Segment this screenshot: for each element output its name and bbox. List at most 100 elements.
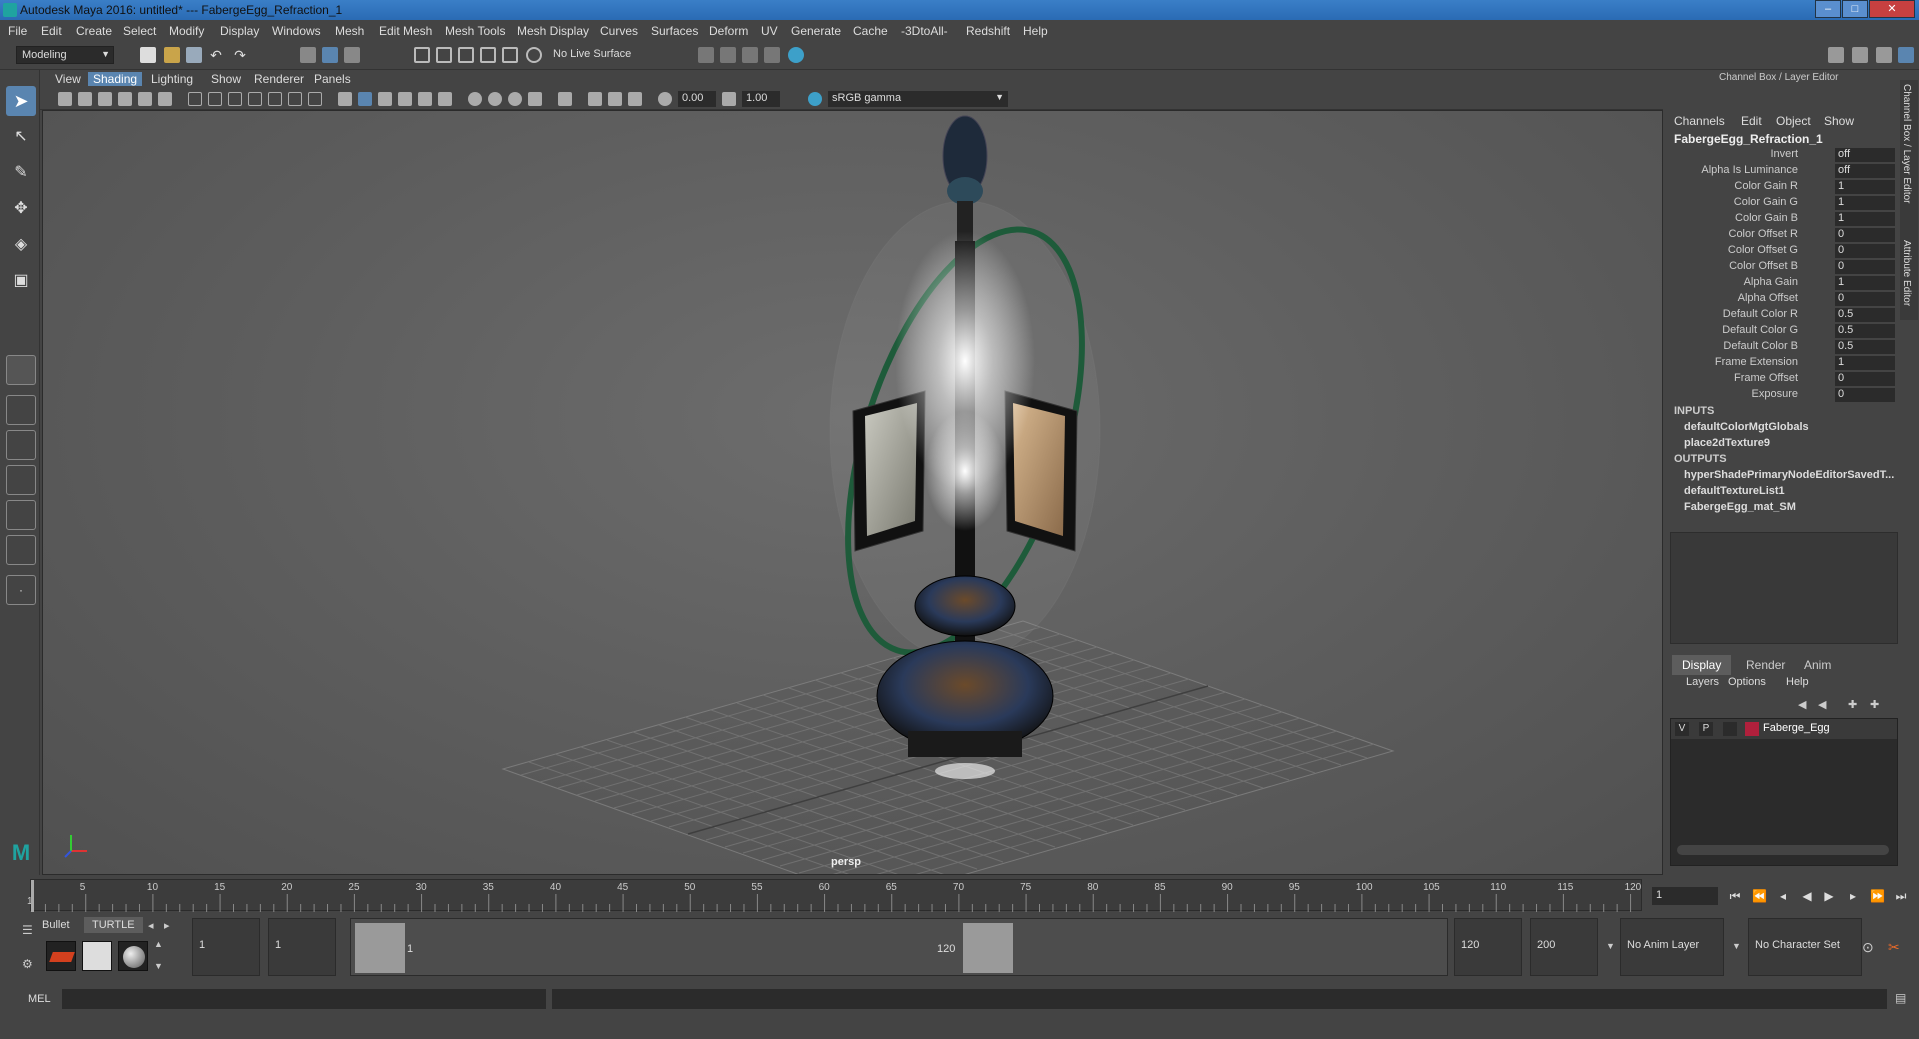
script-language-label[interactable]: MEL	[28, 993, 51, 1005]
snap-view-icon[interactable]	[480, 47, 496, 63]
hypershade-icon[interactable]	[788, 47, 804, 63]
open-scene-icon[interactable]	[164, 47, 180, 63]
layer-playback-toggle[interactable]: P	[1699, 722, 1713, 736]
screen-space-ao-icon[interactable]	[468, 92, 482, 106]
menu-generate[interactable]: Generate	[791, 24, 841, 38]
auto-key-icon[interactable]: ⊙	[1862, 939, 1874, 956]
render-view-icon[interactable]	[764, 47, 780, 63]
channel-box-toggle-icon[interactable]	[1898, 47, 1914, 63]
film-gate-icon[interactable]	[208, 92, 222, 106]
menu-create[interactable]: Create	[76, 24, 112, 38]
attr-row[interactable]: Default Color G 0.5	[1664, 324, 1895, 339]
menu-surfaces[interactable]: Surfaces	[651, 24, 698, 38]
cb-menu-show[interactable]: Show	[1824, 114, 1854, 128]
graph-layout-icon[interactable]	[6, 500, 36, 530]
attr-row[interactable]: Color Gain R 1	[1664, 180, 1895, 195]
animation-end-field[interactable]: 200	[1530, 918, 1598, 976]
attr-value[interactable]: 0	[1835, 372, 1895, 386]
menu-curves[interactable]: Curves	[600, 24, 638, 38]
output-node[interactable]: hyperShadePrimaryNodeEditorSavedT...	[1684, 469, 1894, 481]
shelf-tab-bullet[interactable]: Bullet	[34, 917, 78, 933]
motion-blur-icon[interactable]	[488, 92, 502, 106]
snap-point-icon[interactable]	[458, 47, 474, 63]
move-layer-down-icon[interactable]: ◀	[1818, 698, 1826, 711]
attr-value[interactable]: 0.5	[1835, 324, 1895, 338]
vp-menu-lighting[interactable]: Lighting	[146, 72, 198, 86]
textured-icon[interactable]	[398, 92, 412, 106]
wireframe-icon[interactable]	[338, 92, 352, 106]
move-layer-up-icon[interactable]: ◀	[1798, 698, 1806, 711]
exposure-field[interactable]: 0.00	[678, 91, 716, 107]
attr-row[interactable]: Alpha Offset 0	[1664, 292, 1895, 307]
snap-curve-icon[interactable]	[436, 47, 452, 63]
2d-pan-zoom-icon[interactable]	[138, 92, 152, 106]
playback-start-field[interactable]: 1	[268, 918, 336, 976]
attr-value[interactable]: 1	[1835, 276, 1895, 290]
range-slider[interactable]: 1 120	[350, 918, 1448, 976]
menu-help[interactable]: Help	[1023, 24, 1048, 38]
perspective-viewport[interactable]: persp	[42, 110, 1663, 875]
new-scene-icon[interactable]	[140, 47, 156, 63]
camera-attributes-icon[interactable]	[78, 92, 92, 106]
four-view-layout-icon[interactable]	[6, 395, 36, 425]
animation-preferences-icon[interactable]: ✂	[1888, 939, 1900, 956]
anim-layer-dropdown[interactable]: No Anim Layer	[1620, 918, 1724, 976]
attr-value[interactable]: 0	[1835, 260, 1895, 274]
layer-color-swatch[interactable]	[1745, 722, 1759, 736]
shelf-scroll-right-icon[interactable]: ▸	[156, 917, 178, 934]
layer-horizontal-scrollbar[interactable]	[1677, 845, 1889, 855]
rotate-tool-icon[interactable]: ◈	[6, 230, 36, 260]
current-time-indicator[interactable]	[31, 880, 34, 912]
animation-start-field[interactable]: 1	[192, 918, 260, 976]
safe-action-icon[interactable]	[288, 92, 302, 106]
move-tool-icon[interactable]: ✥	[6, 194, 36, 224]
vp-menu-panels[interactable]: Panels	[309, 72, 356, 86]
vp-menu-shading[interactable]: Shading	[88, 72, 143, 86]
close-button[interactable]: ✕	[1869, 0, 1915, 18]
attribute-editor-toggle-icon[interactable]	[1876, 47, 1892, 63]
snap-surface-icon[interactable]	[502, 47, 518, 63]
shelf-menu-icon[interactable]: ☰	[22, 923, 33, 937]
menu-display[interactable]: Display	[220, 24, 259, 38]
x-ray-joints-icon[interactable]	[608, 92, 622, 106]
attr-row[interactable]: Frame Offset 0	[1664, 372, 1895, 387]
menu-select[interactable]: Select	[123, 24, 156, 38]
input-node[interactable]: place2dTexture9	[1684, 437, 1770, 449]
camera-icon[interactable]	[58, 92, 72, 106]
play-forwards-icon[interactable]: ▶	[1822, 889, 1836, 903]
x-ray-components-icon[interactable]	[628, 92, 642, 106]
step-back-key-icon[interactable]: ◂	[1776, 889, 1790, 903]
menu-cache[interactable]: Cache	[853, 24, 888, 38]
vp-menu-view[interactable]: View	[50, 72, 86, 86]
attr-value[interactable]: 0	[1835, 388, 1895, 402]
shelf-settings-icon[interactable]: ⚙	[22, 957, 33, 971]
layer-menu-layers[interactable]: Layers	[1686, 676, 1719, 688]
menu-edit[interactable]: Edit	[41, 24, 62, 38]
shelf-down-icon[interactable]: ▼	[154, 961, 163, 971]
select-object-icon[interactable]	[322, 47, 338, 63]
menu-modify[interactable]: Modify	[169, 24, 204, 38]
vp-menu-show[interactable]: Show	[206, 72, 246, 86]
paint-select-tool-icon[interactable]: ✎	[6, 158, 36, 188]
layer-row[interactable]: V P Faberge_Egg	[1671, 719, 1897, 739]
attr-value[interactable]: off	[1835, 164, 1895, 178]
ipr-render-icon[interactable]	[742, 47, 758, 63]
layer-name[interactable]: Faberge_Egg	[1763, 722, 1830, 734]
chevron-down-icon[interactable]: ▼	[1606, 941, 1615, 951]
input-node[interactable]: defaultColorMgtGlobals	[1684, 421, 1809, 433]
attr-row[interactable]: Exposure 0	[1664, 388, 1895, 403]
character-set-dropdown[interactable]: No Character Set	[1748, 918, 1862, 976]
use-all-lights-icon[interactable]	[418, 92, 432, 106]
menu-mesh[interactable]: Mesh	[335, 24, 364, 38]
attr-value[interactable]: 1	[1835, 180, 1895, 194]
color-management-icon[interactable]	[808, 92, 822, 106]
isolate-select-icon[interactable]	[558, 92, 572, 106]
time-slider[interactable]: 1 5 10 15 20 25 30 35 40 45 50 55 60 65 70 75 80 85 90 95 1…	[0, 877, 1919, 915]
menu-windows[interactable]: Windows	[272, 24, 321, 38]
attr-row[interactable]: Alpha Gain 1	[1664, 276, 1895, 291]
attr-value[interactable]: 1	[1835, 212, 1895, 226]
layer-visibility-toggle[interactable]: V	[1675, 722, 1689, 736]
depth-of-field-icon[interactable]	[528, 92, 542, 106]
image-plane-icon[interactable]	[118, 92, 132, 106]
two-view-layout-icon[interactable]	[6, 430, 36, 460]
